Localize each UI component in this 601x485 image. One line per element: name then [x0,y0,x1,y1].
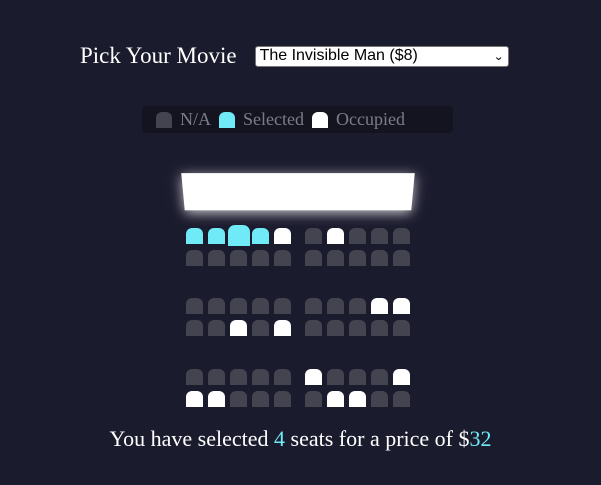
chevron-down-icon: ⌄ [493,50,505,63]
seat-na[interactable] [230,298,247,314]
seat-na[interactable] [274,391,291,407]
seat-na[interactable] [186,298,203,314]
seat-na[interactable] [252,369,269,385]
seat-na[interactable] [349,298,366,314]
seat-na[interactable] [274,250,291,266]
seat-occupied[interactable] [208,391,225,407]
seat-occupied[interactable] [327,391,344,407]
seat-na[interactable] [230,250,247,266]
seat-legend: N/A Selected Occupied [142,106,453,133]
summary-middle: seats for a price of $ [285,426,470,451]
seat-na[interactable] [349,228,366,244]
seat-na[interactable] [327,369,344,385]
seat-na[interactable] [252,391,269,407]
selected-count: 4 [274,426,286,451]
seat-na[interactable] [305,228,322,244]
seat-na[interactable] [327,320,344,336]
seat-occupied[interactable] [274,228,291,244]
seat-na[interactable] [208,320,225,336]
summary-prefix: You have selected [109,426,275,451]
legend-item-occupied: Occupied [311,109,405,130]
seat-occupied[interactable] [393,369,410,385]
seat-na[interactable] [186,369,203,385]
total-price: 32 [469,426,492,451]
seat-na[interactable] [230,391,247,407]
seat-na[interactable] [349,369,366,385]
seat-na[interactable] [371,391,388,407]
seat-na[interactable] [393,320,410,336]
seat-na[interactable] [393,228,410,244]
seat-na[interactable] [371,250,388,266]
movie-select-value: The Invisible Man ($8) [259,47,418,64]
seat-na[interactable] [230,369,247,385]
seat-na[interactable] [349,320,366,336]
movie-picker: Pick Your Movie The Invisible Man ($8) ⌄ [80,43,509,69]
seat-na[interactable] [252,298,269,314]
seat-na[interactable] [186,250,203,266]
seat-na[interactable] [305,250,322,266]
legend-item-na: N/A [156,109,211,130]
seat-na[interactable] [349,250,366,266]
seat-occupied[interactable] [305,369,322,385]
seat-na[interactable] [393,250,410,266]
seat-na[interactable] [186,320,203,336]
seat-occupied[interactable] [349,391,366,407]
seat-selected-icon [219,111,235,128]
seat-occupied[interactable] [186,391,203,407]
seat-na[interactable] [208,369,225,385]
seat-na[interactable] [371,320,388,336]
seat-selected[interactable] [208,228,225,244]
seat-occupied[interactable] [327,228,344,244]
seat-na[interactable] [327,298,344,314]
seat-selected[interactable] [228,225,250,246]
seat-selected[interactable] [252,228,269,244]
picker-label: Pick Your Movie [80,43,237,68]
seat-na[interactable] [252,250,269,266]
seat-na[interactable] [393,391,410,407]
seat-na[interactable] [371,228,388,244]
legend-label: Occupied [335,109,405,129]
seat-na[interactable] [327,250,344,266]
cinema-screen [181,173,415,211]
movie-select[interactable]: The Invisible Man ($8) ⌄ [254,45,509,67]
seat-occupied-icon [311,111,328,128]
seat-na-icon [156,111,172,128]
seat-na[interactable] [305,391,322,407]
seat-occupied[interactable] [393,298,410,314]
legend-label: Selected [243,109,304,129]
seat-occupied[interactable] [274,320,291,336]
seat-na[interactable] [252,320,269,336]
seat-na[interactable] [371,369,388,385]
selection-summary: You have selected 4 seats for a price of… [0,426,601,452]
seat-na[interactable] [208,250,225,266]
legend-label: N/A [180,109,211,129]
seat-occupied[interactable] [371,298,388,314]
seat-selected[interactable] [186,228,203,244]
seat-na[interactable] [274,369,291,385]
seat-na[interactable] [305,320,322,336]
seat-occupied[interactable] [230,320,247,336]
seat-na[interactable] [208,298,225,314]
legend-item-selected: Selected [219,109,304,130]
seat-na[interactable] [305,298,322,314]
seat-na[interactable] [274,298,291,314]
